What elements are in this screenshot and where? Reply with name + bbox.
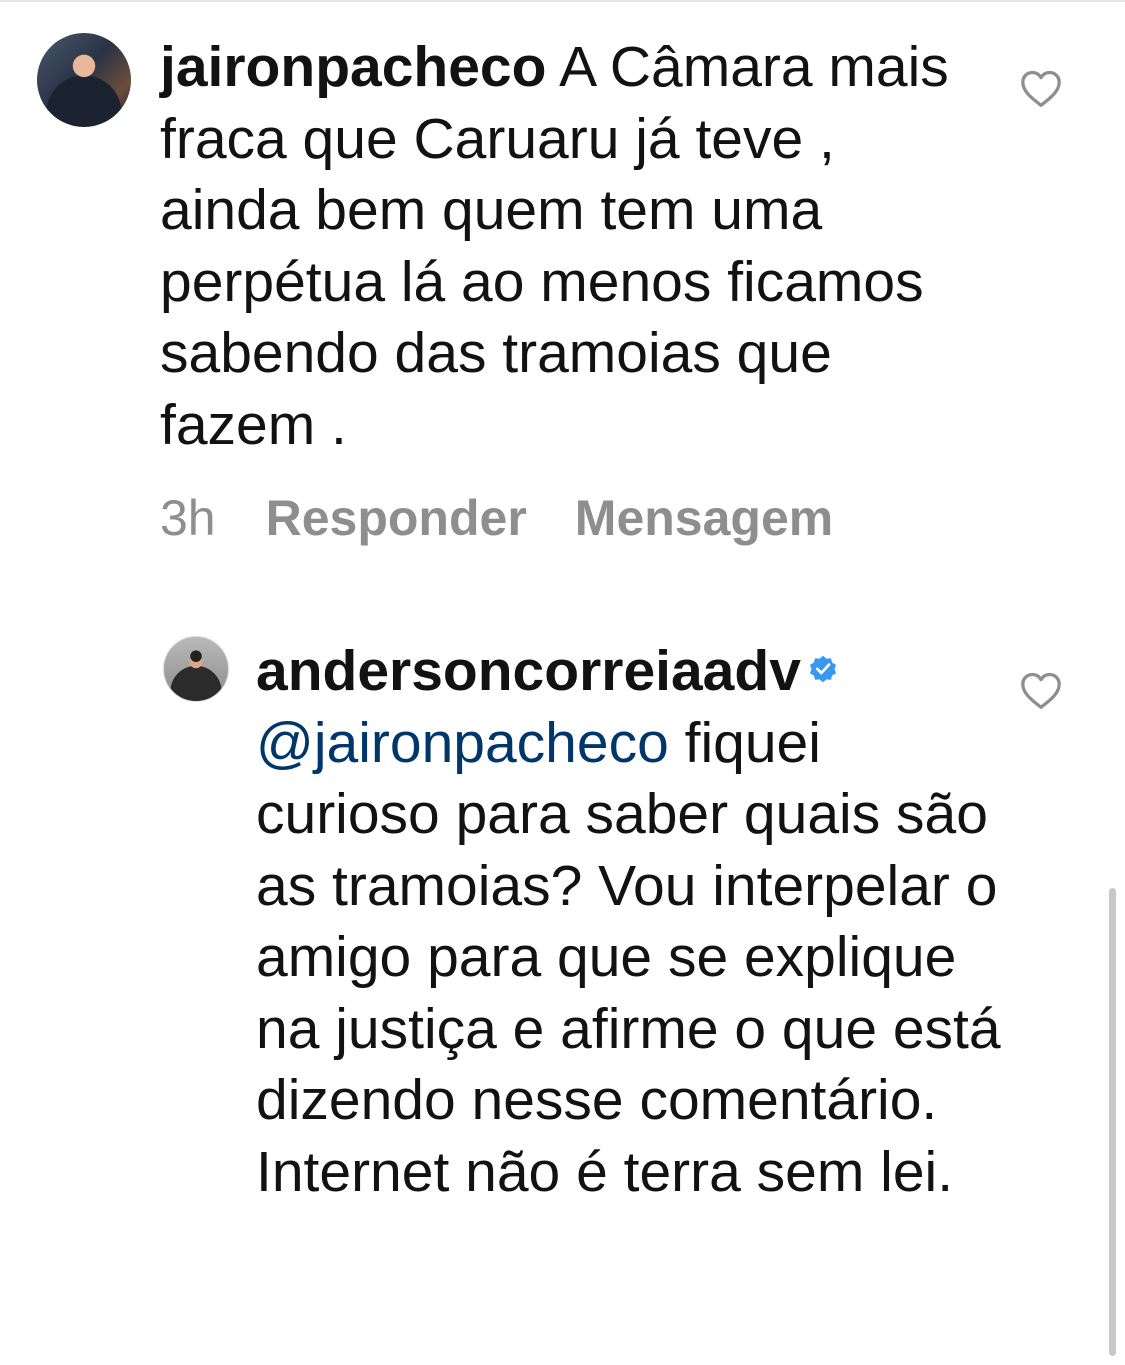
comment-body: jaironpacheco A Câmara mais fraca que Ca… [160,32,960,461]
comment-timestamp[interactable]: 3h [160,488,216,548]
reply-button[interactable]: Responder [266,488,527,548]
heart-outline-icon [1021,672,1061,709]
reply-avatar[interactable] [163,636,229,702]
like-button[interactable] [1019,68,1063,108]
mention-link[interactable]: @jaironpacheco [256,711,669,775]
comment-username[interactable]: jaironpacheco [160,35,546,99]
reply-body: andersoncorreiaadv @jaironpacheco fiquei … [256,636,1016,1208]
commenter-avatar[interactable] [37,33,131,127]
reply-text: fiquei curioso para saber quais são as t… [256,710,1001,1204]
reply-username[interactable]: andersoncorreiaadv [256,639,801,703]
comment-actions: 3h Responder Mensagem [160,488,881,548]
heart-outline-icon [1021,70,1061,107]
scrollbar[interactable] [1109,888,1116,1356]
verified-badge-icon [809,655,836,683]
top-divider [0,0,1125,2]
reply-like-button[interactable] [1019,670,1063,710]
message-button[interactable]: Mensagem [575,488,833,548]
